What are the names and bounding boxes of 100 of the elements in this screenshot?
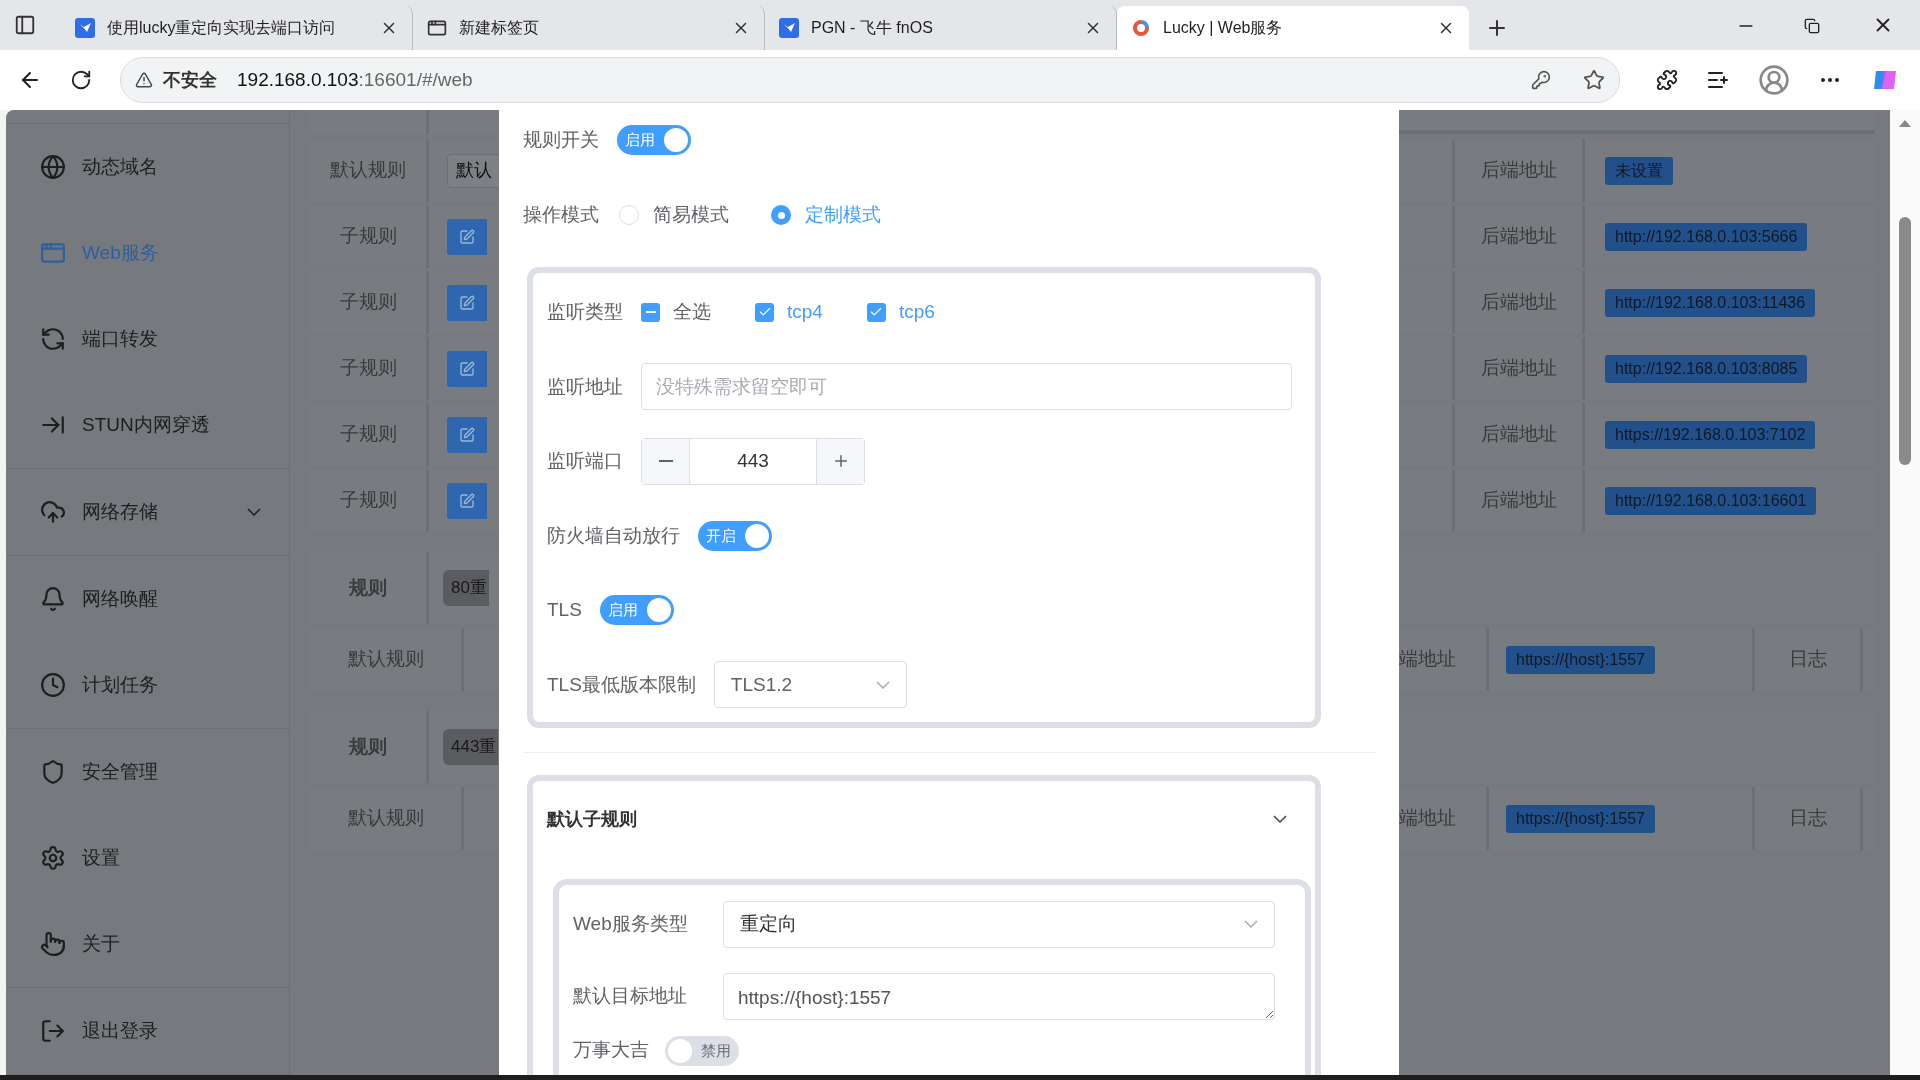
tag: 443重 — [443, 729, 499, 765]
field-label: 监听地址 — [547, 374, 623, 399]
radio-option[interactable]: 定制模式 — [771, 200, 881, 230]
edit-button[interactable] — [447, 218, 487, 255]
tab-title: 新建标签页 — [459, 18, 540, 38]
checkbox-option[interactable]: 全选 — [641, 298, 711, 327]
shield-icon — [40, 759, 66, 785]
window-icon — [427, 18, 447, 38]
key-icon[interactable] — [1531, 70, 1551, 90]
avatar-icon[interactable] — [1758, 64, 1790, 96]
sidebar-item[interactable]: 安全管理 — [6, 729, 289, 815]
port-value: 443 — [736, 449, 770, 473]
sidebar-item[interactable]: 网络唤醒 — [6, 556, 289, 642]
radio-option[interactable]: 简易模式 — [619, 200, 729, 230]
puzzle-icon[interactable] — [1656, 69, 1678, 91]
collapse-header[interactable]: 默认子规则 — [533, 781, 1315, 857]
address-tag: http://192.168.0.103:16601 — [1605, 486, 1817, 515]
checkbox-option[interactable]: tcp4 — [755, 298, 823, 327]
reload-icon[interactable] — [70, 69, 92, 91]
toggle-switch[interactable]: 开启 — [698, 520, 772, 551]
table-cell: 日志 — [1755, 628, 1860, 691]
switch-knob — [668, 1039, 692, 1063]
table-cell: 默认规则 — [310, 628, 461, 691]
sidebar-item[interactable]: 设置 — [6, 815, 289, 901]
service-type-select[interactable]: 重定向 — [723, 900, 1275, 948]
switch-text: 启用 — [607, 600, 638, 620]
target-address-field[interactable]: https://{host}:1557 — [723, 973, 1275, 1020]
chevron-down-icon — [247, 508, 261, 516]
address-tag: 未设置 — [1605, 156, 1673, 185]
chevron-down-icon — [1244, 920, 1258, 928]
field-label: 万事大吉 — [573, 1038, 649, 1062]
edit-button[interactable] — [447, 284, 487, 321]
toggle-switch[interactable]: 启用 — [617, 125, 691, 155]
globe-icon — [40, 154, 66, 180]
star-icon[interactable] — [1583, 69, 1605, 91]
scrollbar[interactable] — [1890, 110, 1920, 1075]
table-cell: 后端地址 — [1455, 469, 1582, 532]
edit-icon — [459, 492, 475, 509]
field-label: 操作模式 — [523, 202, 599, 227]
field-label: 防火墙自动放行 — [547, 523, 680, 548]
switch-knob — [646, 598, 671, 623]
tls-version-select[interactable]: TLS1.2 — [713, 661, 907, 709]
field-label: TLS最低版本限制 — [547, 672, 696, 697]
refresh-icon — [40, 326, 66, 352]
checkbox[interactable] — [755, 302, 774, 322]
chevron-down-icon — [875, 680, 890, 689]
edit-icon — [459, 360, 475, 377]
address-bar[interactable]: 不安全 192.168.0.103:16601/#/web — [120, 57, 1620, 103]
field-label: 默认目标地址 — [573, 984, 688, 1009]
table-cell: 规则 — [310, 552, 426, 624]
sidebar-item[interactable]: 网络存储 — [6, 469, 289, 555]
edit-icon — [459, 426, 475, 443]
edit-button[interactable] — [447, 482, 487, 519]
tab-title: Lucky | Web服务 — [1163, 18, 1284, 38]
sidebar-toggle-icon[interactable] — [14, 14, 36, 36]
table-cell: 后端地址 — [1455, 403, 1582, 466]
table-cell: 端地址 — [1399, 628, 1486, 691]
field-label: Web服务类型 — [573, 911, 689, 936]
edit-icon — [459, 228, 475, 245]
window-icon — [40, 240, 66, 266]
table-cell: 后端地址 — [1455, 139, 1582, 202]
sidebar-item[interactable]: 关于 — [6, 901, 289, 987]
checkbox-option[interactable]: tcp6 — [866, 298, 935, 327]
sidebar-item[interactable]: 端口转发 — [6, 296, 289, 382]
toggle-switch[interactable]: 启用 — [599, 595, 674, 626]
table-cell: 规则 — [310, 711, 426, 783]
logout-icon — [40, 1018, 66, 1044]
checkbox[interactable] — [866, 302, 886, 322]
tag: 默认 — [447, 153, 499, 188]
table-cell: 后端地址 — [1455, 337, 1582, 400]
scroll-up-icon[interactable] — [1899, 120, 1911, 127]
switch-text: 启用 — [625, 129, 655, 150]
sidebar-item[interactable]: 计划任务 — [6, 642, 289, 728]
table-cell: 子规则 — [310, 337, 426, 400]
checkbox[interactable] — [641, 302, 660, 322]
scrollbar-thumb[interactable] — [1899, 217, 1911, 465]
listen-address-field[interactable]: 没特殊需求留空即可 — [641, 363, 1292, 411]
tab-title: 使用lucky重定向实现去端口访问 — [107, 18, 337, 38]
tag: 80重 — [443, 570, 489, 606]
cloud-upload-icon — [40, 499, 66, 525]
sidebar-item[interactable]: STUN内网穿透 — [6, 382, 289, 468]
browser-tab[interactable]: Lucky | Web服务 — [1117, 6, 1469, 50]
tab-title: PGN - 飞牛 fnOS — [811, 18, 934, 38]
security-label: 不安全 — [163, 68, 217, 92]
address-tag: https://{host}:1557 — [1506, 804, 1655, 833]
sidebar-item[interactable]: 动态域名 — [6, 124, 289, 210]
address-tag: https://{host}:1557 — [1506, 645, 1655, 674]
address-tag: http://192.168.0.103:11436 — [1605, 288, 1816, 317]
table-cell: 默认规则 — [310, 787, 461, 850]
edit-button[interactable] — [447, 416, 487, 453]
edit-button[interactable] — [447, 350, 487, 387]
bell-icon — [40, 586, 66, 612]
restore-icon[interactable] — [1804, 18, 1820, 34]
sidebar-item[interactable]: 退出登录 — [6, 988, 289, 1074]
field-label: 规则开关 — [523, 127, 599, 152]
toggle-switch[interactable]: 禁用 — [665, 1036, 739, 1066]
field-label: TLS — [547, 598, 582, 622]
url-text: 192.168.0.103:16601/#/web — [237, 67, 473, 92]
table-cell: 端地址 — [1399, 787, 1486, 850]
table-cell: 默认规则 — [310, 139, 426, 202]
